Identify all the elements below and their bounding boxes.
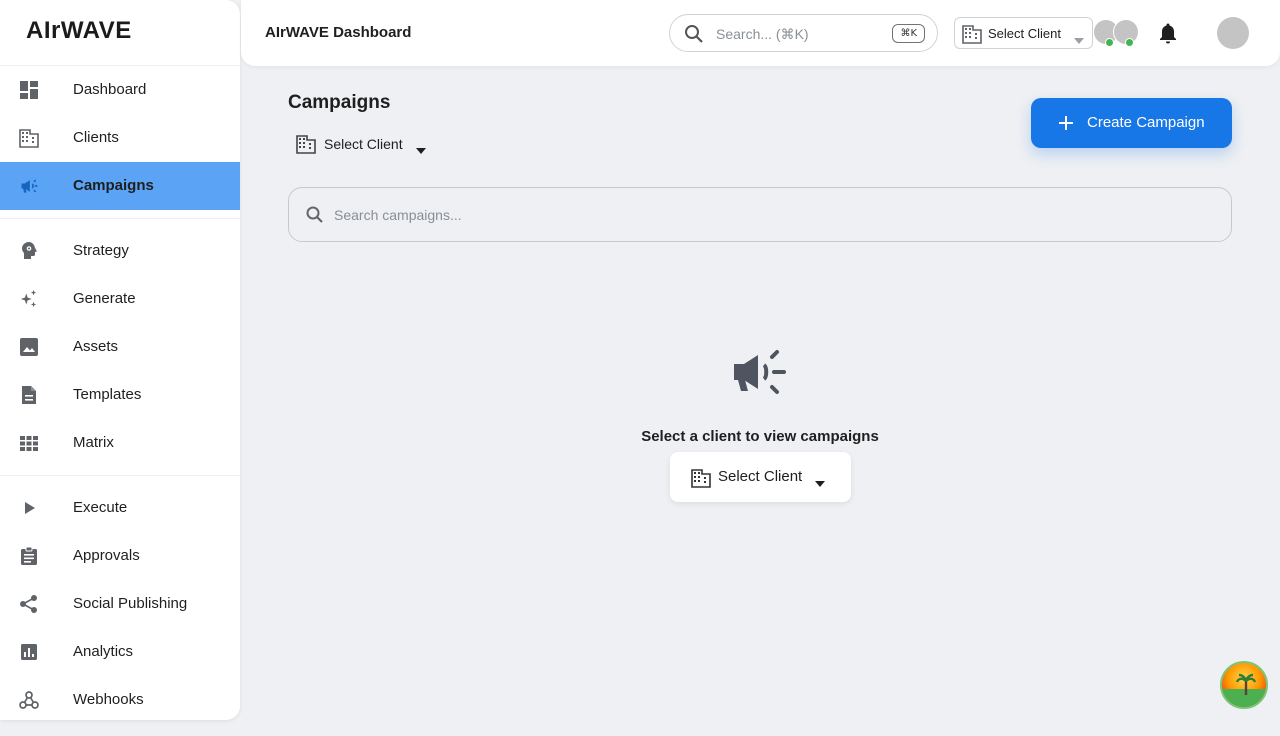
sparkles-icon [19,289,39,309]
online-users-presence[interactable] [1093,19,1143,49]
sidebar-item-execute[interactable]: Execute [0,484,240,532]
brain-head-icon [19,241,39,261]
play-icon [19,498,39,518]
assistant-badge-icon[interactable] [1220,661,1268,709]
page-title: Campaigns [288,92,391,113]
sidebar-item-clients[interactable]: Clients [0,114,240,162]
sidebar-item-strategy[interactable]: Strategy [0,227,240,275]
megaphone-icon [732,348,788,401]
client-select-dropdown[interactable]: Select Client [954,17,1093,49]
sidebar-item-label: Approvals [73,547,140,564]
nav-divider [0,218,240,219]
megaphone-icon [19,176,39,196]
search-icon [684,24,704,49]
document-icon [19,385,39,405]
search-icon [305,205,325,230]
empty-state-select-label: Select Client [718,468,803,485]
notifications-bell-icon[interactable] [1158,22,1178,49]
empty-state-client-select[interactable]: Select Client [670,452,851,502]
sidebar-item-label: Analytics [73,643,134,660]
dashboard-icon [19,80,39,100]
building-icon [296,134,316,159]
sidebar-item-matrix[interactable]: Matrix [0,419,240,467]
online-status-dot [1105,38,1114,47]
sidebar-item-label: Webhooks [73,691,144,708]
sidebar-item-assets[interactable]: Assets [0,323,240,371]
building-icon [962,24,982,49]
sidebar-item-social-publishing[interactable]: Social Publishing [0,580,240,628]
online-status-dot [1125,38,1134,47]
nav-group-publish: Execute Approvals Social Publishing Anal… [0,484,240,720]
nav-divider [0,475,240,476]
campaign-search-placeholder: Search campaigns... [334,207,462,223]
sidebar-item-label: Matrix [73,434,114,451]
palm-tree-icon [1235,673,1257,702]
client-select-label: Select Client [988,26,1061,41]
share-icon [19,594,39,614]
sidebar-item-label: Social Publishing [73,595,188,612]
client-filter-label: Select Client [324,136,403,152]
campaign-client-filter[interactable]: Select Client [296,132,436,156]
sidebar-item-dashboard[interactable]: Dashboard [0,66,240,114]
nav-group-create: Strategy Generate Assets Templates Matri… [0,227,240,467]
caret-down-icon [416,141,426,159]
sidebar-item-analytics[interactable]: Analytics [0,628,240,676]
building-icon [691,468,711,493]
building-icon [19,128,39,148]
sidebar-item-templates[interactable]: Templates [0,371,240,419]
sidebar-item-webhooks[interactable]: Webhooks [0,676,240,720]
sidebar-item-label: Clients [73,129,119,146]
sidebar-item-label: Dashboard [73,81,147,98]
search-placeholder: Search... (⌘K) [716,26,809,42]
sidebar-item-label: Campaigns [73,177,154,194]
user-avatar[interactable] [1217,17,1249,49]
page-header-title: AIrWAVE Dashboard [265,24,412,41]
keyboard-shortcut-badge: ⌘K [892,24,925,43]
sidebar-item-label: Templates [73,386,142,403]
create-campaign-button[interactable]: Create Campaign [1031,98,1232,148]
sidebar-item-label: Execute [73,499,128,516]
sidebar-item-label: Generate [73,290,136,307]
sidebar-item-approvals[interactable]: Approvals [0,532,240,580]
caret-down-icon [1074,31,1084,49]
analytics-icon [19,642,39,662]
image-icon [19,337,39,357]
plus-icon [1057,114,1075,137]
webhook-icon [19,690,39,710]
grid-icon [19,433,39,453]
create-campaign-label: Create Campaign [1087,114,1205,131]
brand-logo[interactable]: AIrWAVE [0,0,240,66]
sidebar-item-generate[interactable]: Generate [0,275,240,323]
clipboard-icon [19,546,39,566]
sidebar: AIrWAVE Dashboard Clients Campaigns Stra… [0,0,240,720]
nav-group-main: Dashboard Clients Campaigns [0,66,240,210]
top-bar: AIrWAVE Dashboard Search... (⌘K) ⌘K Sele… [241,0,1280,66]
sidebar-item-campaigns[interactable]: Campaigns [0,162,240,210]
caret-down-icon [815,474,825,492]
sidebar-item-label: Assets [73,338,119,355]
sidebar-item-label: Strategy [73,242,129,259]
campaign-search-input[interactable]: Search campaigns... [288,187,1232,242]
global-search-input[interactable]: Search... (⌘K) ⌘K [669,14,938,52]
empty-state-message: Select a client to view campaigns [641,428,879,445]
